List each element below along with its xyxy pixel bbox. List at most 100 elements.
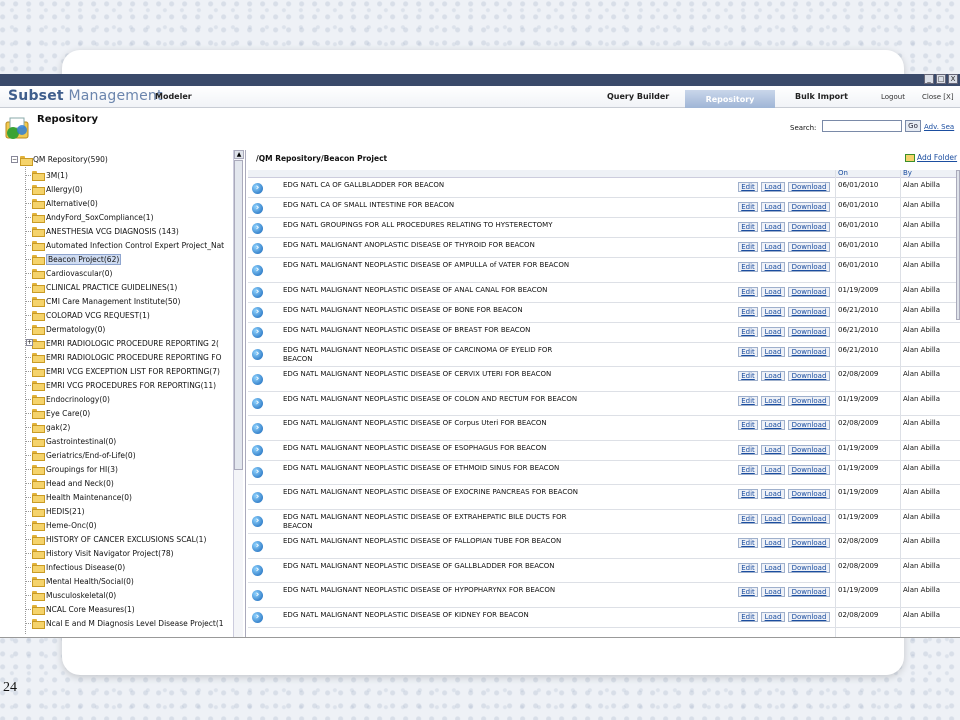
edit-button[interactable]: Edit bbox=[738, 513, 758, 524]
tree-item[interactable]: 3M(1) bbox=[24, 169, 68, 181]
tree-item[interactable]: COLORAD VCG REQUEST(1) bbox=[24, 309, 150, 321]
open-item-icon[interactable] bbox=[252, 182, 263, 194]
search-input[interactable] bbox=[822, 120, 902, 132]
logout-link[interactable]: Logout bbox=[881, 93, 905, 101]
load-button[interactable]: Load bbox=[761, 202, 785, 212]
edit-button[interactable]: Edit bbox=[738, 262, 758, 272]
download-button[interactable]: Download bbox=[788, 326, 830, 337]
tree-item[interactable]: NCAL Core Measures(1) bbox=[24, 603, 135, 615]
minimize-button[interactable]: _ bbox=[924, 74, 934, 84]
download-button[interactable]: Download bbox=[788, 538, 830, 548]
edit-button[interactable]: Edit bbox=[738, 371, 758, 381]
edit-button[interactable]: Edit bbox=[738, 346, 758, 357]
open-item-icon[interactable] bbox=[252, 540, 263, 552]
load-button[interactable]: Load bbox=[761, 464, 785, 475]
go-button[interactable]: Go bbox=[905, 120, 921, 132]
load-button[interactable]: Load bbox=[761, 395, 785, 406]
load-button[interactable]: Load bbox=[761, 306, 785, 317]
tree-item[interactable]: AndyFord_SoxCompliance(1) bbox=[24, 211, 154, 223]
edit-button[interactable]: Edit bbox=[738, 395, 758, 406]
edit-button[interactable]: Edit bbox=[738, 306, 758, 317]
tree-item[interactable]: Mental Health/Social(0) bbox=[24, 575, 134, 587]
edit-button[interactable]: Edit bbox=[738, 587, 758, 597]
download-button[interactable]: Download bbox=[788, 286, 830, 297]
edit-button[interactable]: Edit bbox=[738, 464, 758, 475]
tree-item[interactable]: Endocrinology(0) bbox=[24, 393, 110, 405]
tree-item[interactable]: Infectious Disease(0) bbox=[24, 561, 125, 573]
tree-item[interactable]: History Visit Navigator Project(78) bbox=[24, 547, 174, 559]
tree-item[interactable]: Health Maintenance(0) bbox=[24, 491, 132, 503]
download-button[interactable]: Download bbox=[788, 371, 830, 381]
tree-item[interactable]: gak(2) bbox=[24, 421, 70, 433]
open-item-icon[interactable] bbox=[252, 307, 263, 318]
download-button[interactable]: Download bbox=[788, 464, 830, 475]
tree-item[interactable]: CMI Care Management Institute(50) bbox=[24, 295, 180, 307]
load-button[interactable]: Load bbox=[761, 242, 785, 252]
open-item-icon[interactable] bbox=[252, 222, 263, 234]
column-header-on[interactable]: On bbox=[838, 169, 848, 177]
load-button[interactable]: Load bbox=[761, 611, 785, 622]
tree-item[interactable]: Groupings for HI(3) bbox=[24, 463, 118, 475]
tree-item[interactable]: Cardiovascular(0) bbox=[24, 267, 112, 279]
expand-icon[interactable]: + bbox=[26, 339, 33, 346]
tree-item[interactable]: Beacon Project(62) bbox=[24, 253, 122, 265]
open-item-icon[interactable] bbox=[252, 445, 263, 456]
modeler-link[interactable]: Modeler bbox=[155, 92, 192, 101]
edit-button[interactable]: Edit bbox=[738, 420, 758, 430]
load-button[interactable]: Load bbox=[761, 286, 785, 297]
download-button[interactable]: Download bbox=[788, 262, 830, 272]
load-button[interactable]: Load bbox=[761, 262, 785, 272]
scroll-thumb[interactable] bbox=[234, 160, 243, 470]
download-button[interactable]: Download bbox=[788, 182, 830, 192]
load-button[interactable]: Load bbox=[761, 222, 785, 232]
load-button[interactable]: Load bbox=[761, 326, 785, 337]
tree-item[interactable]: CLINICAL PRACTICE GUIDELINES(1) bbox=[24, 281, 177, 293]
open-item-icon[interactable] bbox=[252, 565, 263, 577]
edit-button[interactable]: Edit bbox=[738, 444, 758, 455]
tree-scrollbar[interactable]: ▲ bbox=[233, 150, 244, 637]
download-button[interactable]: Download bbox=[788, 444, 830, 455]
download-button[interactable]: Download bbox=[788, 587, 830, 597]
load-button[interactable]: Load bbox=[761, 371, 785, 381]
tree-item[interactable]: Musculoskeletal(0) bbox=[24, 589, 116, 601]
load-button[interactable]: Load bbox=[761, 587, 785, 597]
close-link[interactable]: Close [X] bbox=[922, 93, 954, 101]
download-button[interactable]: Download bbox=[788, 611, 830, 622]
download-button[interactable]: Download bbox=[788, 489, 830, 499]
scroll-up-icon[interactable]: ▲ bbox=[234, 150, 244, 159]
tree-item[interactable]: Dermatology(0) bbox=[24, 323, 105, 335]
download-button[interactable]: Download bbox=[788, 222, 830, 232]
tree-item[interactable]: Allergy(0) bbox=[24, 183, 83, 195]
download-button[interactable]: Download bbox=[788, 346, 830, 357]
open-item-icon[interactable] bbox=[252, 327, 263, 338]
open-item-icon[interactable] bbox=[252, 287, 263, 298]
edit-button[interactable]: Edit bbox=[738, 222, 758, 232]
tree-item[interactable]: Automated Infection Control Expert Proje… bbox=[24, 239, 224, 251]
edit-button[interactable]: Edit bbox=[738, 538, 758, 548]
edit-button[interactable]: Edit bbox=[738, 326, 758, 337]
tree-item[interactable]: EMRI RADIOLOGIC PROCEDURE REPORTING 2( bbox=[24, 337, 219, 349]
load-button[interactable]: Load bbox=[761, 182, 785, 192]
tree-item[interactable]: EMRI VCG PROCEDURES FOR REPORTING(11) bbox=[24, 379, 216, 391]
maximize-button[interactable]: □ bbox=[936, 74, 946, 84]
open-item-icon[interactable] bbox=[252, 516, 263, 528]
open-item-icon[interactable] bbox=[252, 398, 263, 410]
edit-button[interactable]: Edit bbox=[738, 489, 758, 499]
download-button[interactable]: Download bbox=[788, 202, 830, 212]
load-button[interactable]: Load bbox=[761, 562, 785, 573]
tree-item[interactable]: Gastrointestinal(0) bbox=[24, 435, 116, 447]
bulk-import-link[interactable]: Bulk Import bbox=[795, 92, 848, 101]
tree-item[interactable]: Head and Neck(0) bbox=[24, 477, 114, 489]
tree-item[interactable]: Geriatrics/End-of-Life(0) bbox=[24, 449, 136, 461]
download-button[interactable]: Download bbox=[788, 562, 830, 573]
tree-item[interactable]: HISTORY OF CANCER EXCLUSIONS SCAL(1) bbox=[24, 533, 206, 545]
tree-item[interactable]: EMRI RADIOLOGIC PROCEDURE REPORTING FO bbox=[24, 351, 221, 363]
open-item-icon[interactable] bbox=[252, 202, 263, 214]
table-scrollbar[interactable] bbox=[956, 170, 960, 320]
edit-button[interactable]: Edit bbox=[738, 182, 758, 192]
download-button[interactable]: Download bbox=[788, 306, 830, 317]
tree-item[interactable]: Eye Care(0) bbox=[24, 407, 90, 419]
tree-item[interactable]: Alternative(0) bbox=[24, 197, 98, 209]
load-button[interactable]: Load bbox=[761, 420, 785, 430]
add-folder-link[interactable]: Add Folder bbox=[905, 153, 957, 162]
